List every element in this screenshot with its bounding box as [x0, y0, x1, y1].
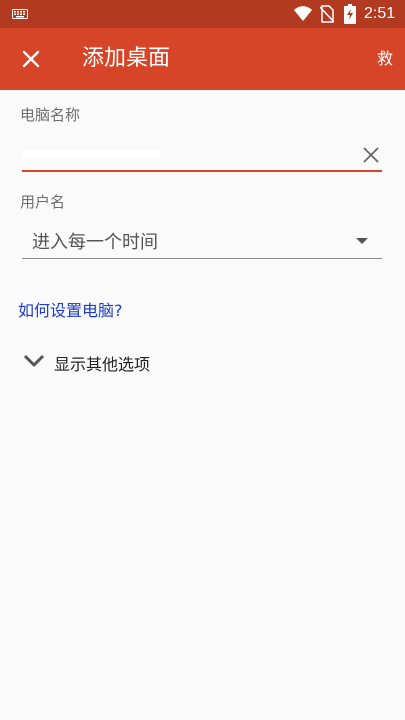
clear-button[interactable]: [360, 144, 382, 166]
chevron-down-icon: [23, 354, 45, 367]
save-button[interactable]: 救: [377, 45, 393, 73]
battery-charging-icon: [344, 4, 356, 24]
show-more-options-label: 显示其他选项: [54, 355, 151, 374]
wifi-icon: [294, 6, 312, 21]
clock: 2:51: [364, 5, 396, 22]
pc-name-label: 电脑名称: [20, 106, 81, 124]
clear-icon: [363, 147, 379, 163]
user-name-placeholder: 进入每一个时间: [32, 232, 158, 253]
help-link[interactable]: 如何设置电脑?: [18, 297, 123, 321]
keyboard-icon: [12, 9, 28, 19]
redacted-value: [22, 150, 160, 158]
app-bar: 添加桌面 救: [0, 28, 405, 90]
no-sim-icon: [320, 5, 334, 23]
close-button[interactable]: [14, 42, 48, 76]
page-title: 添加桌面: [82, 46, 171, 71]
close-icon: [22, 50, 40, 68]
status-bar: 2:51: [0, 0, 405, 28]
dropdown-caret-icon: [356, 238, 368, 244]
user-name-select[interactable]: 进入每一个时间: [22, 224, 382, 259]
show-more-options[interactable]: 显示其他选项: [22, 349, 222, 375]
pc-name-input[interactable]: [22, 140, 382, 172]
user-name-label: 用户名: [20, 193, 66, 211]
